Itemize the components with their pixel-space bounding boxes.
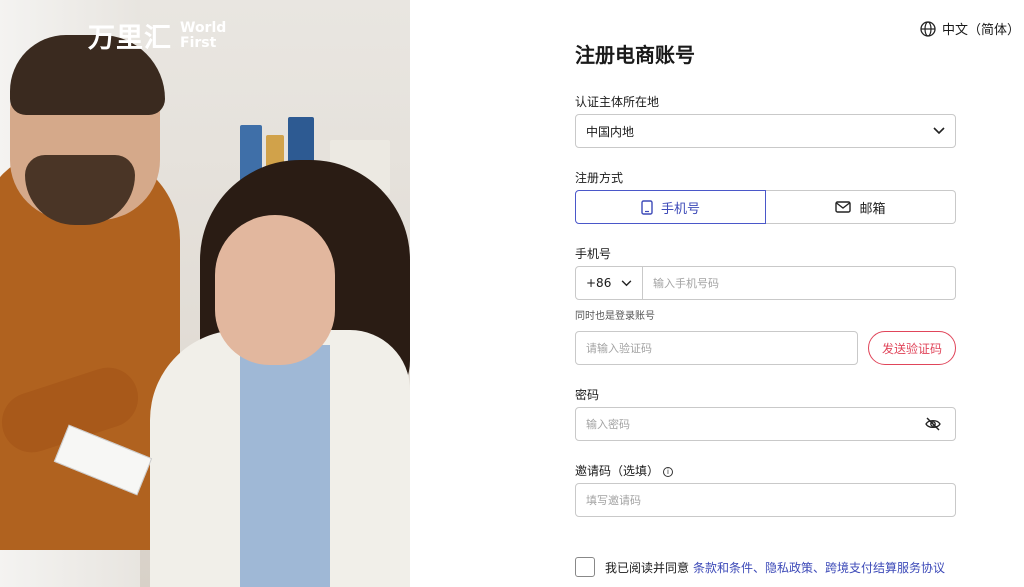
invite-label: 邀请码（选填） xyxy=(575,464,660,478)
woman-face xyxy=(215,215,335,365)
password-label: 密码 xyxy=(575,388,600,402)
password-input[interactable] xyxy=(576,408,955,440)
agreement-row: 我已阅读并同意 条款和条件、隐私政策、跨境支付结算服务协议 xyxy=(575,557,945,577)
agreement-checkbox[interactable] xyxy=(575,557,595,577)
language-label: 中文（简体） xyxy=(941,23,1020,38)
globe-icon xyxy=(920,20,936,37)
phone-label: 手机号 xyxy=(575,247,612,261)
chevron-down-icon xyxy=(621,279,632,286)
region-value: 中国内地 xyxy=(586,124,635,139)
invite-field xyxy=(575,483,956,517)
logo-cn: 万里汇 xyxy=(88,23,172,54)
phone-field: +86 xyxy=(575,266,956,300)
woman-shirt xyxy=(240,345,330,587)
method-option-email-label: 邮箱 xyxy=(859,201,886,217)
phone-hint: 同时也是登录账号 xyxy=(575,311,655,322)
verification-field xyxy=(575,331,858,365)
mail-icon xyxy=(835,201,852,213)
info-icon[interactable]: i xyxy=(663,467,674,477)
password-field xyxy=(575,407,956,441)
agreement-text: 我已阅读并同意 xyxy=(605,560,690,575)
logo-en-line2: First xyxy=(180,34,217,51)
method-option-phone-label: 手机号 xyxy=(660,201,700,217)
method-label: 注册方式 xyxy=(575,171,624,185)
region-select[interactable]: 中国内地 xyxy=(575,114,956,148)
verification-code-input[interactable] xyxy=(576,332,857,364)
region-label: 认证主体所在地 xyxy=(575,95,660,109)
send-code-button[interactable]: 发送验证码 xyxy=(868,331,956,365)
logo-en-line1: World xyxy=(180,19,227,36)
country-code-select[interactable]: +86 xyxy=(576,267,643,299)
method-option-phone[interactable]: 手机号 xyxy=(575,190,766,224)
country-code-value: +86 xyxy=(586,276,612,290)
logo-en: World First xyxy=(180,19,227,51)
worldfirst-logo[interactable]: 万里汇 World First xyxy=(88,16,226,55)
language-switcher[interactable]: 中文（简体） xyxy=(920,19,1020,38)
invite-label-row: 邀请码（选填） i xyxy=(575,462,674,479)
chevron-down-icon xyxy=(933,127,945,135)
hero-image: 万里汇 World First xyxy=(0,0,410,587)
page-title: 注册电商账号 xyxy=(575,43,695,67)
phone-icon xyxy=(641,199,653,215)
invite-code-input[interactable] xyxy=(576,484,955,516)
method-option-email[interactable]: 邮箱 xyxy=(766,190,956,224)
agreement-links[interactable]: 条款和条件、隐私政策、跨境支付结算服务协议 xyxy=(693,559,945,576)
eye-off-icon[interactable] xyxy=(925,417,941,431)
method-toggle: 手机号 邮箱 xyxy=(575,190,956,224)
phone-input[interactable] xyxy=(643,267,955,299)
